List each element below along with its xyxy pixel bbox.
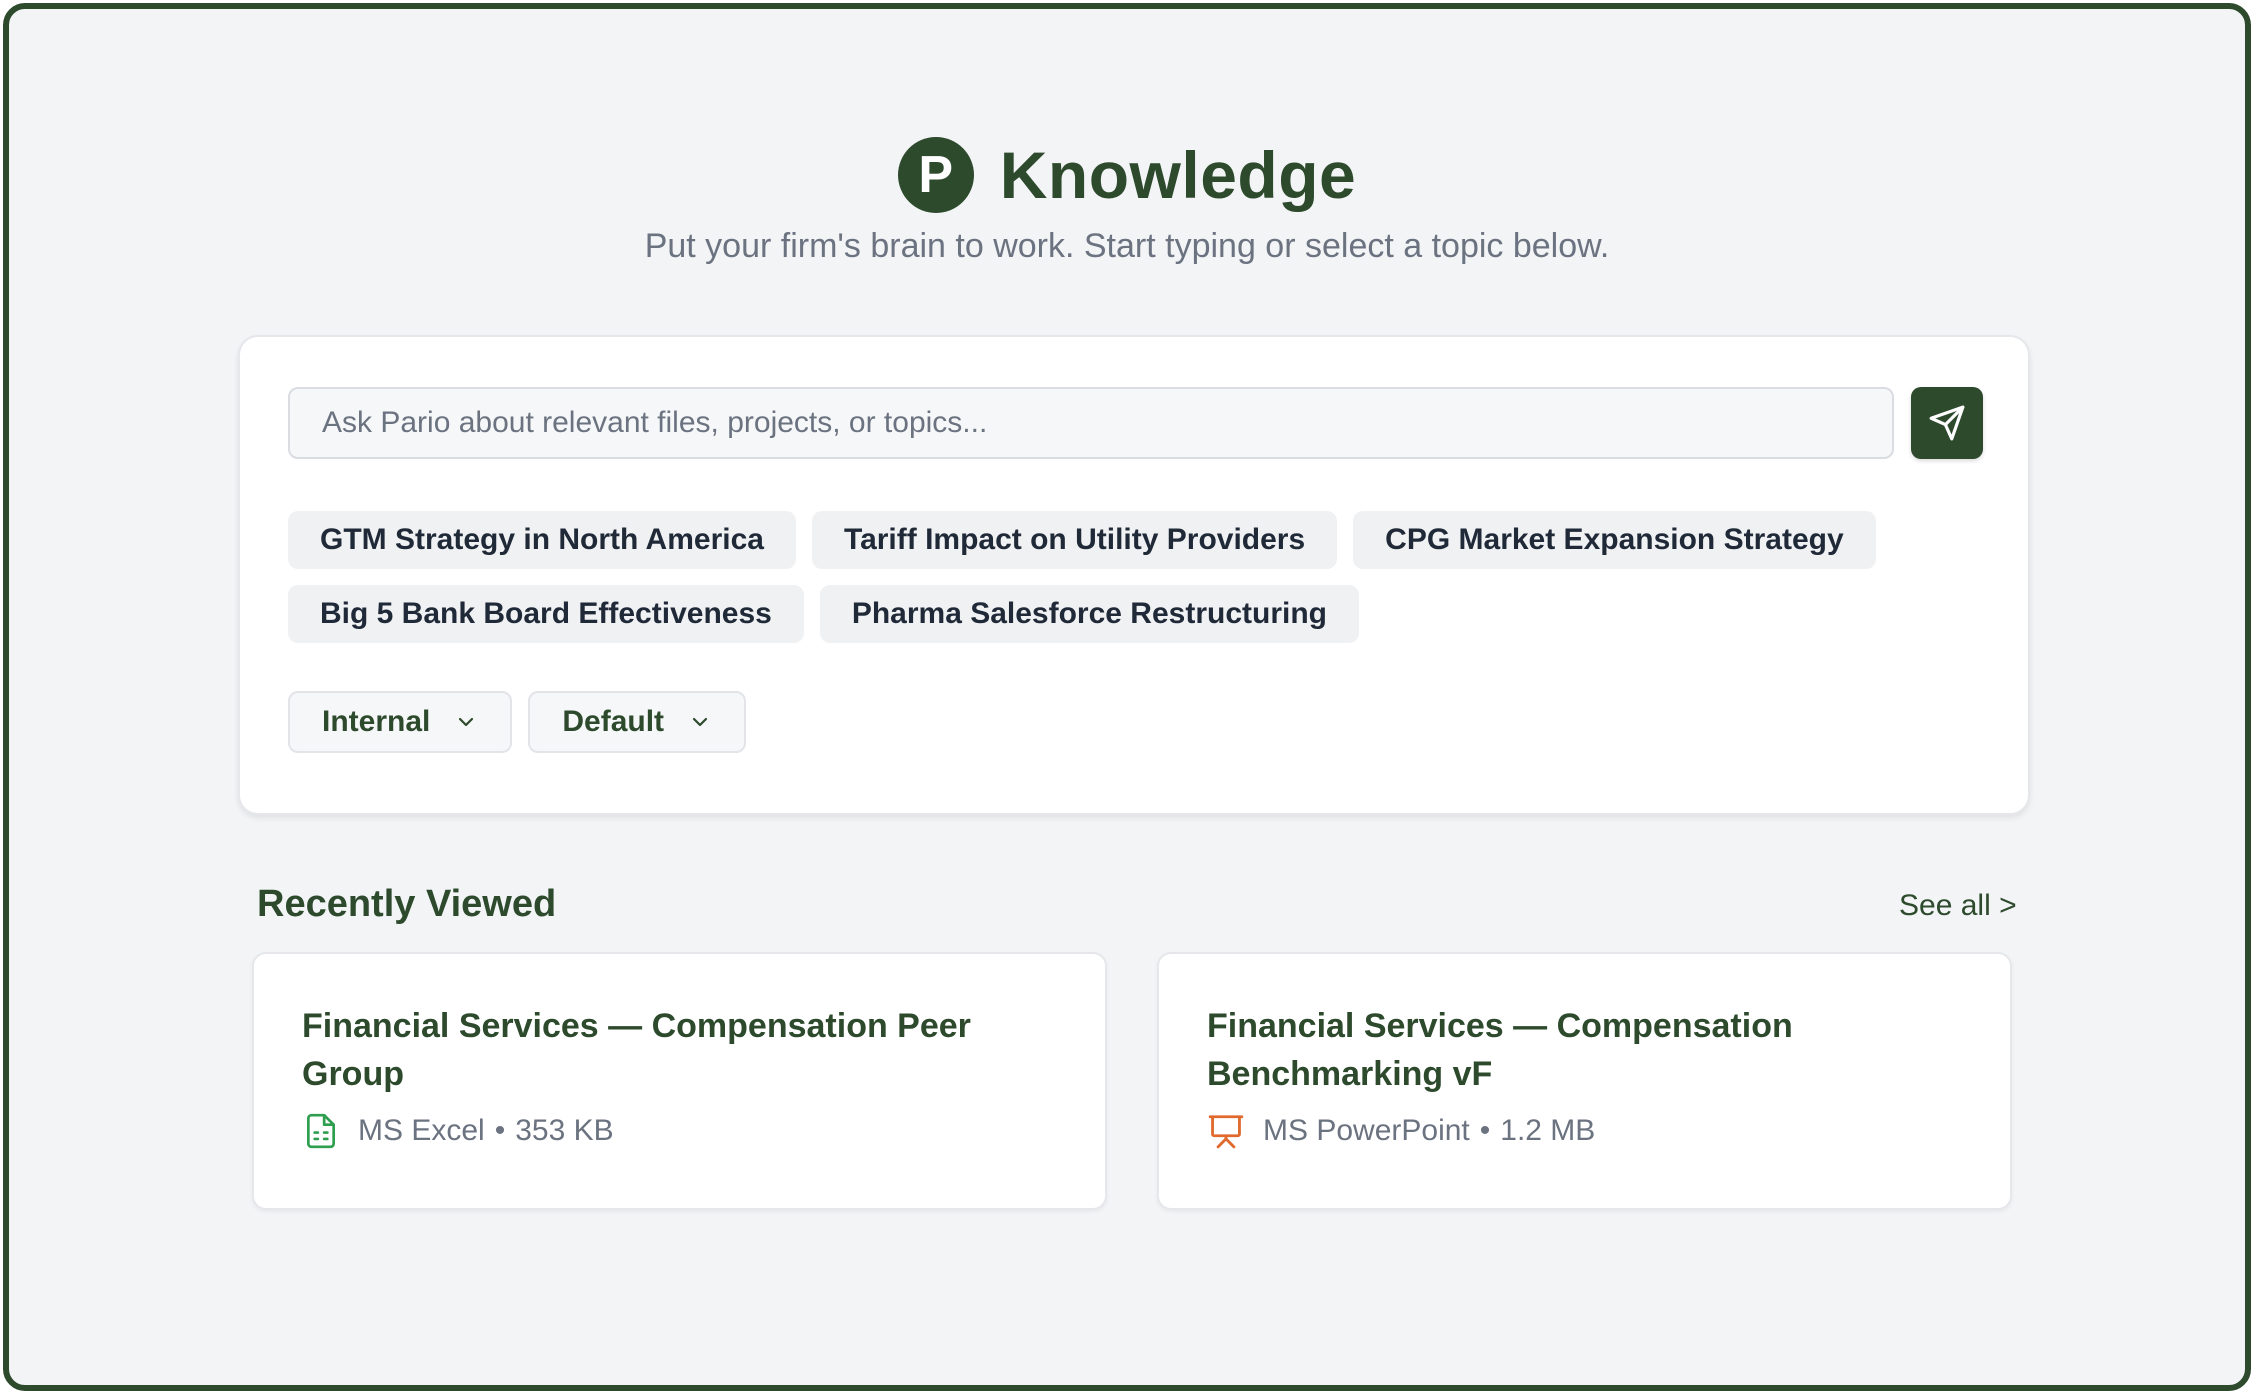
topic-chip[interactable]: Big 5 Bank Board Effectiveness — [288, 585, 804, 643]
topic-chip[interactable]: GTM Strategy in North America — [288, 511, 796, 569]
file-meta: MS PowerPoint • 1.2 MB — [1207, 1112, 1962, 1150]
chevron-down-icon — [692, 717, 708, 727]
file-meta: MS Excel • 353 KB — [302, 1112, 1057, 1150]
filter-dropdowns: Internal Default — [288, 691, 747, 753]
topic-chip[interactable]: Pharma Salesforce Restructuring — [819, 585, 1359, 643]
search-card: GTM Strategy in North America Tariff Imp… — [238, 335, 2030, 815]
pario-logo: P — [897, 137, 974, 213]
topics-row: GTM Strategy in North America Tariff Imp… — [288, 511, 1988, 569]
excel-file-icon — [302, 1112, 340, 1150]
meta-separator: • — [494, 1114, 506, 1147]
logo-letter: P — [918, 146, 954, 204]
meta-separator: • — [1479, 1114, 1491, 1147]
topic-chip[interactable]: CPG Market Expansion Strategy — [1353, 511, 1876, 569]
recent-file-card[interactable]: Financial Services — Compensation Peer G… — [252, 952, 1107, 1210]
topic-chip[interactable]: Tariff Impact on Utility Providers — [811, 511, 1338, 569]
mode-dropdown[interactable]: Default — [528, 691, 747, 753]
file-app: MS Excel — [358, 1114, 485, 1147]
source-dropdown[interactable]: Internal — [288, 691, 513, 753]
powerpoint-file-icon — [1207, 1112, 1245, 1150]
file-size: 1.2 MB — [1500, 1114, 1596, 1147]
recently-viewed-title: Recently Viewed — [257, 883, 557, 925]
app-frame: P Knowledge Put your firm's brain to wor… — [3, 3, 2251, 1391]
send-button[interactable] — [1911, 387, 1983, 459]
file-size: 353 KB — [515, 1114, 614, 1147]
file-title: Financial Services — Compensation Peer G… — [302, 1007, 971, 1093]
chevron-down-icon — [459, 717, 474, 727]
page-title: Knowledge — [999, 138, 1357, 212]
see-all-link[interactable]: See all > — [1899, 889, 2017, 923]
recent-file-card[interactable]: Financial Services — Compensation Benchm… — [1157, 952, 2012, 1210]
file-app: MS PowerPoint — [1263, 1114, 1470, 1147]
source-dropdown-label: Internal — [322, 705, 431, 738]
suggested-topics: GTM Strategy in North America Tariff Imp… — [288, 511, 1988, 659]
mode-dropdown-label: Default — [562, 705, 665, 738]
page-header: P Knowledge — [9, 137, 2245, 213]
file-title: Financial Services — Compensation Benchm… — [1207, 1007, 1793, 1093]
page-subtitle: Put your firm's brain to work. Start typ… — [644, 227, 1610, 265]
search-input[interactable] — [288, 387, 1894, 459]
topics-row: Big 5 Bank Board Effectiveness Pharma Sa… — [288, 585, 1988, 643]
send-icon — [1929, 405, 1965, 441]
